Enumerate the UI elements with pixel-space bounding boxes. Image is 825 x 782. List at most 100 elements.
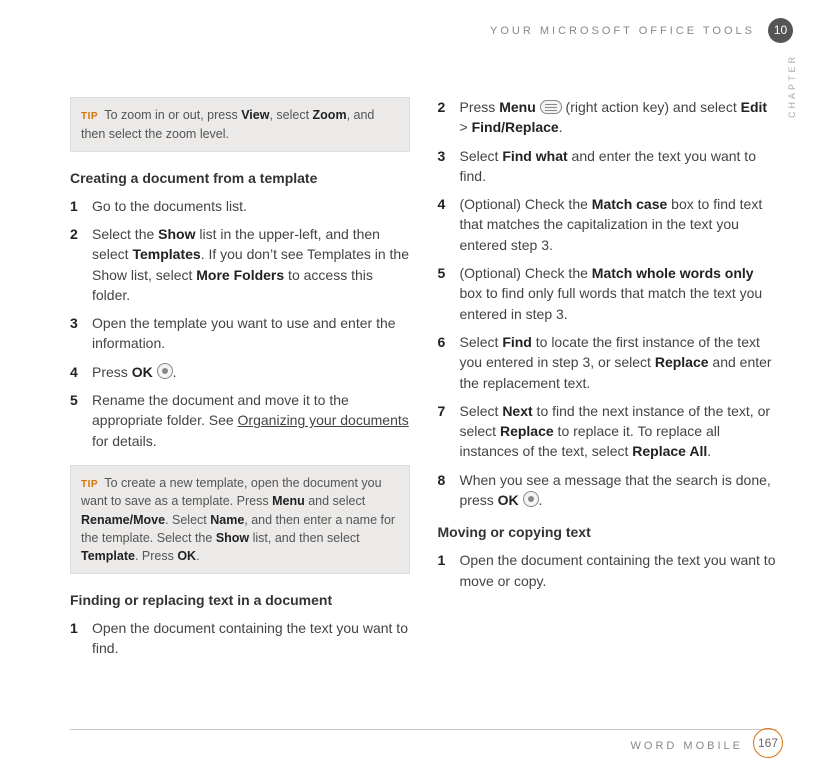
tip-label: TIP: [81, 111, 98, 122]
step-number: 7: [438, 401, 446, 421]
step-text: [153, 364, 157, 380]
bold: Edit: [741, 99, 767, 115]
tip-label: TIP: [81, 479, 98, 490]
bold: Replace All: [632, 443, 707, 459]
heading-find-replace: Finding or replacing text in a document: [70, 592, 410, 608]
step-text: (Optional) Check the: [460, 265, 592, 281]
step-text: Select the: [92, 226, 158, 242]
bold: Find/Replace: [472, 119, 559, 135]
tip-text: .: [196, 549, 199, 563]
list-item: 5 (Optional) Check the Match whole words…: [438, 263, 778, 324]
bold: More Folders: [196, 267, 284, 283]
list-item: 4 Press OK .: [70, 362, 410, 382]
ok-icon: [157, 363, 173, 379]
bold: OK: [177, 549, 196, 563]
bold: Replace: [655, 354, 709, 370]
step-number: 6: [438, 332, 446, 352]
list-item: 3 Open the template you want to use and e…: [70, 313, 410, 354]
step-number: 1: [70, 196, 78, 216]
list-item: 1Go to the documents list.: [70, 196, 410, 216]
step-text: .: [559, 119, 563, 135]
tip-text: list, and then select: [249, 531, 359, 545]
bold: Template: [81, 549, 135, 563]
steps-move-copy: 1 Open the document containing the text y…: [438, 550, 778, 591]
bold: Templates: [132, 246, 200, 262]
list-item: 2 Press Menu (right action key) and sele…: [438, 97, 778, 138]
tip-text: . Press: [135, 549, 177, 563]
step-text: .: [173, 364, 177, 380]
list-item: 8 When you see a message that the search…: [438, 470, 778, 511]
list-item: 6 Select Find to locate the first instan…: [438, 332, 778, 393]
step-number: 2: [438, 97, 446, 117]
ok-icon: [523, 491, 539, 507]
step-number: 4: [438, 194, 446, 214]
bold: Show: [216, 531, 249, 545]
list-item: 1 Open the document containing the text y…: [438, 550, 778, 591]
footer-section-label: WORD MOBILE: [631, 740, 743, 752]
step-text: for details.: [92, 433, 157, 449]
list-item: 2 Select the Show list in the upper-left…: [70, 224, 410, 305]
list-item: 7 Select Next to find the next instance …: [438, 401, 778, 462]
step-number: 2: [70, 224, 78, 244]
step-text: Select: [460, 148, 503, 164]
step-text: Press: [92, 364, 132, 380]
step-text: >: [460, 119, 472, 135]
footer-rule: [70, 729, 777, 730]
step-number: 4: [70, 362, 78, 382]
heading-move-copy: Moving or copying text: [438, 524, 778, 540]
tip-box-zoom: TIP To zoom in or out, press View, selec…: [70, 97, 410, 152]
bold: Zoom: [313, 108, 347, 122]
bold: Rename/Move: [81, 513, 165, 527]
steps-find-replace-start: 1 Open the document containing the text y…: [70, 618, 410, 659]
list-item: 5 Rename the document and move it to the…: [70, 390, 410, 451]
step-text: box to find only full words that match t…: [460, 285, 763, 321]
link-organizing-documents[interactable]: Organizing your documents: [238, 412, 409, 428]
tip-box-new-template: TIP To create a new template, open the d…: [70, 465, 410, 574]
step-text: (Optional) Check the: [460, 196, 592, 212]
step-text: Open the document containing the text yo…: [92, 620, 408, 656]
step-number: 8: [438, 470, 446, 490]
step-number: 1: [70, 618, 78, 638]
bold: Show: [158, 226, 195, 242]
bold: Next: [502, 403, 532, 419]
bold: Match whole words only: [592, 265, 754, 281]
list-item: 1 Open the document containing the text y…: [70, 618, 410, 659]
step-number: 1: [438, 550, 446, 570]
step-text: .: [539, 492, 543, 508]
tip-text: . Select: [165, 513, 210, 527]
bold: Name: [210, 513, 244, 527]
bold: Find: [502, 334, 532, 350]
steps-create-template: 1Go to the documents list. 2 Select the …: [70, 196, 410, 451]
step-number: 5: [70, 390, 78, 410]
two-columns: TIP To zoom in or out, press View, selec…: [70, 97, 777, 672]
step-text: Open the template you want to use and en…: [92, 315, 396, 351]
bold: Menu: [272, 494, 305, 508]
tip-text: and select: [305, 494, 365, 508]
bold: Find what: [502, 148, 567, 164]
bold: OK: [132, 364, 153, 380]
step-text: Open the document containing the text yo…: [460, 552, 776, 588]
step-text: Press: [460, 99, 500, 115]
step-text: [519, 492, 523, 508]
step-number: 3: [438, 146, 446, 166]
step-number: 3: [70, 313, 78, 333]
chapter-tab: CHAPTER: [787, 54, 797, 118]
step-text: Select: [460, 403, 503, 419]
tip-text: To zoom in or out, press: [104, 108, 241, 122]
left-column: TIP To zoom in or out, press View, selec…: [70, 97, 410, 672]
steps-find-replace-cont: 2 Press Menu (right action key) and sele…: [438, 97, 778, 510]
bold: Menu: [499, 99, 536, 115]
heading-create-template: Creating a document from a template: [70, 170, 410, 186]
tip-text: , select: [269, 108, 312, 122]
bold: Match case: [592, 196, 667, 212]
chapter-badge: 10: [768, 18, 793, 43]
list-item: 3 Select Find what and enter the text yo…: [438, 146, 778, 187]
right-column: 2 Press Menu (right action key) and sele…: [438, 97, 778, 672]
bold: OK: [498, 492, 519, 508]
step-text: Select: [460, 334, 503, 350]
page-number: 167: [753, 728, 783, 758]
menu-icon: [540, 100, 562, 114]
step-text: (right action key) and select: [562, 99, 741, 115]
bold: Replace: [500, 423, 554, 439]
page: YOUR MICROSOFT OFFICE TOOLS 10 CHAPTER T…: [0, 0, 825, 782]
